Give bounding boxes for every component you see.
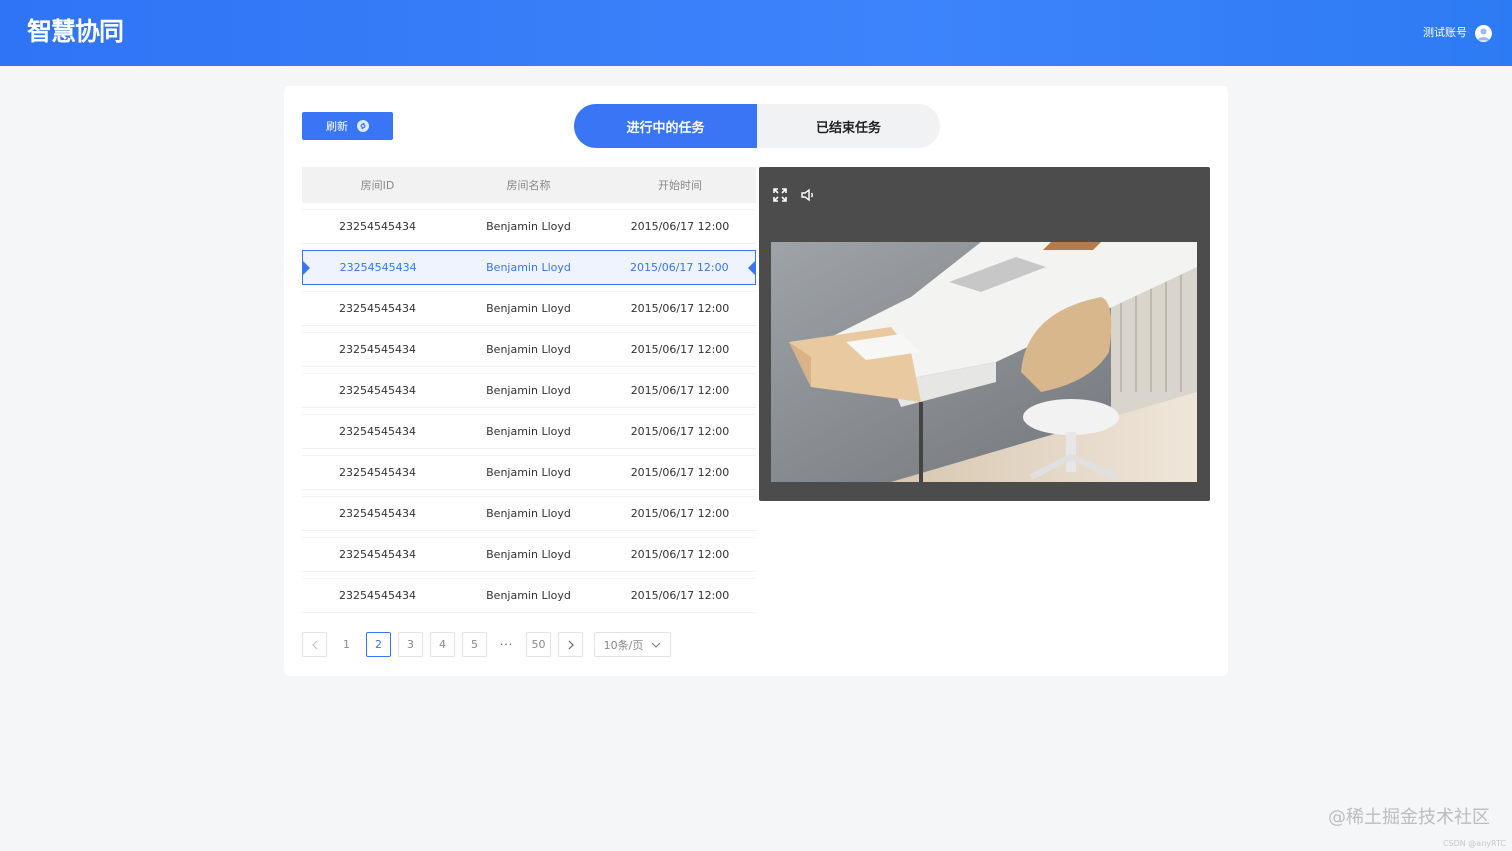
page-size-select[interactable]: 10条/页 [594, 632, 671, 657]
refresh-label: 刷新 [326, 120, 348, 133]
refresh-button[interactable]: 刷新 [302, 112, 393, 140]
table-row[interactable]: 23254545434 Benjamin Lloyd 2015/06/17 12:0… [302, 414, 756, 449]
watermark-small: CSDN @anyRTC [1442, 839, 1506, 848]
start-time-cell: 2015/06/17 12:00 [630, 384, 730, 397]
room-id-cell: 23254545434 [339, 343, 416, 356]
speaker-icon[interactable] [800, 187, 816, 203]
column-header-room-name: 房间名称 [506, 179, 551, 192]
top-header: 智慧协同 测试账号 [0, 0, 1512, 66]
tab-ongoing-tasks[interactable]: 进行中的任务 [574, 104, 757, 148]
selected-marker-right-icon [748, 261, 755, 275]
task-panel: 刷新 进行中的任务 已结束任务 房间ID 房间名称 开始时间 232545454… [284, 86, 1228, 676]
table-row[interactable]: 23254545434 Benjamin Lloyd 2015/06/17 12:0… [302, 537, 756, 572]
page-button-2[interactable]: 2 [366, 632, 391, 657]
room-name-cell: Benjamin Lloyd [486, 507, 571, 520]
room-name-cell: Benjamin Lloyd [486, 302, 571, 315]
refresh-icon [357, 120, 369, 132]
room-id-cell: 23254545434 [339, 507, 416, 520]
room-id-cell: 23254545434 [339, 302, 416, 315]
fullscreen-icon[interactable] [772, 187, 788, 203]
page-button-50[interactable]: 50 [526, 632, 551, 657]
page-button-5[interactable]: 5 [462, 632, 487, 657]
table-row[interactable]: 23254545434 Benjamin Lloyd 2015/06/17 12:0… [302, 209, 756, 244]
column-header-start-time: 开始时间 [658, 179, 702, 192]
table-row[interactable]: 23254545434 Benjamin Lloyd 2015/06/17 12:0… [302, 291, 756, 326]
chevron-left-icon [311, 640, 317, 649]
page-button-1[interactable]: 1 [334, 632, 359, 657]
page-button-3[interactable]: 3 [398, 632, 423, 657]
room-id-cell: 23254545434 [339, 589, 416, 602]
table-row[interactable]: 23254545434 Benjamin Lloyd 2015/06/17 12:0… [302, 455, 756, 490]
next-page-button[interactable] [558, 632, 583, 657]
tab-finished-tasks[interactable]: 已结束任务 [757, 104, 940, 148]
selected-marker-left-icon [303, 261, 310, 275]
room-name-cell: Benjamin Lloyd [486, 425, 571, 438]
page-button-4[interactable]: 4 [430, 632, 455, 657]
page-ellipsis[interactable]: ··· [494, 632, 519, 657]
account-name[interactable]: 测试账号 [1423, 23, 1467, 43]
app-logo: 智慧协同 [27, 17, 124, 46]
room-name-cell: Benjamin Lloyd [486, 220, 571, 233]
table-row[interactable]: 23254545434 Benjamin Lloyd 2015/06/17 12:0… [302, 578, 756, 613]
page-list: 1 2 3 4 5 ··· 50 [334, 632, 551, 657]
page-size-value: 10条/页 [603, 638, 644, 652]
prev-page-button[interactable] [302, 632, 327, 657]
room-id-cell: 23254545434 [339, 466, 416, 479]
start-time-cell: 2015/06/17 12:00 [630, 548, 730, 561]
room-id-cell: 23254545434 [339, 384, 416, 397]
pagination: 1 2 3 4 5 ··· 50 10条/页 [302, 632, 671, 657]
table-header: 房间ID 房间名称 开始时间 [302, 167, 756, 203]
table-row[interactable]: 23254545434 Benjamin Lloyd 2015/06/17 12:0… [302, 373, 756, 408]
room-name-cell: Benjamin Lloyd [486, 466, 571, 479]
video-player[interactable] [759, 167, 1210, 501]
account-menu[interactable]: 测试账号 [1423, 23, 1492, 43]
chevron-down-icon [651, 642, 661, 648]
room-snapshot-image [771, 242, 1197, 482]
table-body: 23254545434 Benjamin Lloyd 2015/06/17 12:0… [302, 209, 756, 613]
video-frame [771, 242, 1197, 482]
task-tabs: 进行中的任务 已结束任务 [574, 104, 940, 148]
table-row[interactable]: 23254545434 Benjamin Lloyd 2015/06/17 12:0… [302, 496, 756, 531]
room-id-cell: 23254545434 [339, 548, 416, 561]
room-name-cell: Benjamin Lloyd [486, 589, 571, 602]
start-time-cell: 2015/06/17 12:00 [630, 261, 729, 274]
room-name-cell: Benjamin Lloyd [486, 261, 571, 274]
start-time-cell: 2015/06/17 12:00 [630, 220, 730, 233]
start-time-cell: 2015/06/17 12:00 [630, 425, 730, 438]
start-time-cell: 2015/06/17 12:00 [630, 466, 730, 479]
start-time-cell: 2015/06/17 12:00 [630, 343, 730, 356]
start-time-cell: 2015/06/17 12:00 [630, 507, 730, 520]
room-name-cell: Benjamin Lloyd [486, 384, 571, 397]
avatar-icon[interactable] [1475, 24, 1492, 42]
table-row[interactable]: 23254545434 Benjamin Lloyd 2015/06/17 12:0… [302, 332, 756, 367]
room-table: 房间ID 房间名称 开始时间 23254545434 Benjamin Lloyd… [302, 167, 756, 613]
room-name-cell: Benjamin Lloyd [486, 343, 571, 356]
start-time-cell: 2015/06/17 12:00 [630, 589, 730, 602]
table-row[interactable]: 23254545434 Benjamin Lloyd 2015/06/17 12:0… [302, 250, 756, 285]
watermark: @稀土掘金技术社区 [1328, 807, 1490, 828]
room-id-cell: 23254545434 [339, 220, 416, 233]
start-time-cell: 2015/06/17 12:00 [630, 302, 730, 315]
column-header-room-id: 房间ID [360, 179, 395, 192]
room-id-cell: 23254545434 [339, 261, 417, 274]
chevron-right-icon [568, 640, 574, 649]
room-id-cell: 23254545434 [339, 425, 416, 438]
room-name-cell: Benjamin Lloyd [486, 548, 571, 561]
